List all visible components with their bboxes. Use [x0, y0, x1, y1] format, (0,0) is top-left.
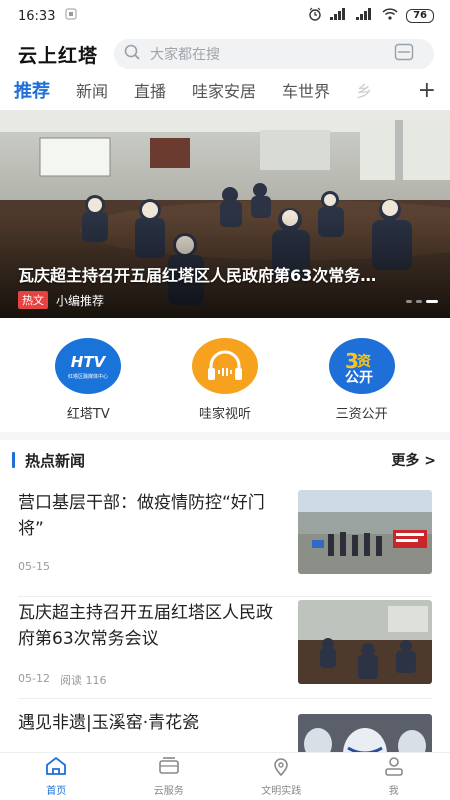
status-bar: 16:33 76	[0, 0, 450, 32]
carousel-indicator	[406, 300, 438, 303]
status-time: 16:33	[18, 8, 56, 24]
app-header: 云上红塔 大家都在搜	[0, 36, 450, 72]
svg-text:资: 资	[357, 353, 371, 370]
shortcut-label: 红塔TV	[66, 407, 110, 422]
nav-label: 云服务	[153, 786, 184, 797]
more-link[interactable]: 更多 >	[391, 450, 436, 470]
svg-text:公开: 公开	[345, 370, 373, 386]
notification-icon	[65, 8, 77, 24]
hot-tag: 热文	[18, 291, 48, 309]
sanzi-logo-icon: 3 资 公开	[328, 338, 395, 394]
battery-icon: 76	[406, 9, 434, 23]
headline-banner[interactable]: 瓦庆超主持召开五届红塔区人民政府第63次常务… 热文 小编推荐	[0, 110, 450, 318]
nav-civilization-practice[interactable]: 文明实践	[231, 756, 331, 797]
tab-recommend[interactable]: 推荐	[14, 77, 50, 103]
section-title: 热点新闻	[12, 450, 85, 471]
svg-text:红塔区融媒体中心: 红塔区融媒体中心	[68, 373, 108, 380]
nav-label: 文明实践	[261, 786, 302, 797]
app-brand: 云上红塔	[18, 44, 99, 67]
svg-text:HTV: HTV	[71, 353, 107, 371]
htv-logo-icon: HTV 红塔区融媒体中心	[55, 338, 122, 394]
scan-icon[interactable]	[394, 43, 424, 65]
shortcut-wajia-audio[interactable]: 哇家视听	[170, 338, 280, 428]
banner-title: 瓦庆超主持召开五届红塔区人民政府第63次常务…	[18, 266, 377, 285]
nav-home[interactable]: 首页	[6, 756, 106, 797]
tab-rural[interactable]: 乡	[356, 78, 372, 102]
location-pin-icon	[270, 756, 292, 780]
alarm-icon	[308, 7, 322, 25]
banner-meta: 热文 小编推荐	[18, 291, 104, 309]
search-input[interactable]: 大家都在搜	[114, 39, 434, 69]
signal-icon	[330, 8, 348, 24]
nav-cloud-service[interactable]: 云服务	[119, 756, 219, 797]
signal-icon-2	[356, 8, 374, 24]
nav-label: 我	[388, 786, 399, 797]
shortcut-sanzi-public[interactable]: 3 资 公开 三资公开	[307, 338, 417, 428]
banner-photo	[0, 110, 450, 318]
wifi-icon	[382, 8, 398, 24]
tab-car-world[interactable]: 车世界	[282, 78, 330, 102]
shortcut-grid: HTV 红塔区融媒体中心 红塔TV 哇家视听 3 资 公开 三资公开	[0, 338, 450, 428]
hot-news-header: 热点新闻 更多 >	[0, 448, 450, 472]
channel-tabs: 推荐 新闻 直播 哇家安居 车世界 乡 +	[0, 74, 450, 106]
shortcut-hongta-tv[interactable]: HTV 红塔区融媒体中心 红塔TV	[33, 338, 143, 428]
shortcut-label: 三资公开	[335, 407, 388, 422]
news-reads: 阅读 116	[59, 674, 107, 687]
news-title: 遇见非遗|玉溪窑·青花瓷	[18, 713, 200, 733]
nav-label: 首页	[46, 786, 67, 797]
news-title: 瓦庆超主持召开五届红塔区人民政府第63次常务会议	[18, 603, 273, 649]
news-meta: 05-15	[18, 560, 50, 573]
news-title: 营口基层干部：做疫情防控“好门将”	[18, 493, 265, 539]
news-thumbnail	[298, 714, 432, 752]
shortcut-label: 哇家视听	[198, 407, 251, 422]
nav-me[interactable]: 我	[344, 756, 444, 797]
news-item[interactable]: 瓦庆超主持召开五届红塔区人民政府第63次常务会议 05-12 阅读 116	[0, 600, 450, 700]
news-date: 05-15	[18, 560, 50, 573]
search-placeholder: 大家都在搜	[150, 47, 221, 63]
headphones-icon	[191, 338, 258, 394]
section-divider	[0, 432, 450, 440]
news-item[interactable]: 营口基层干部：做疫情防控“好门将” 05-15	[0, 490, 450, 600]
search-icon	[124, 44, 150, 64]
tab-home-living[interactable]: 哇家安居	[192, 78, 256, 102]
news-thumbnail	[298, 490, 432, 574]
home-icon	[45, 756, 67, 780]
banner-source: 小编推荐	[56, 293, 105, 308]
tab-live[interactable]: 直播	[134, 78, 166, 102]
news-item[interactable]: 遇见非遗|玉溪窑·青花瓷	[0, 710, 450, 752]
news-meta: 05-12 阅读 116	[18, 672, 106, 688]
news-date: 05-12	[18, 672, 50, 685]
user-icon	[383, 756, 405, 780]
tab-news[interactable]: 新闻	[76, 78, 108, 102]
bottom-navigation: 首页 云服务 文明实践 我	[0, 752, 450, 800]
cloud-service-icon	[158, 756, 180, 780]
news-thumbnail	[298, 600, 432, 684]
add-channel-icon[interactable]: +	[407, 78, 436, 103]
